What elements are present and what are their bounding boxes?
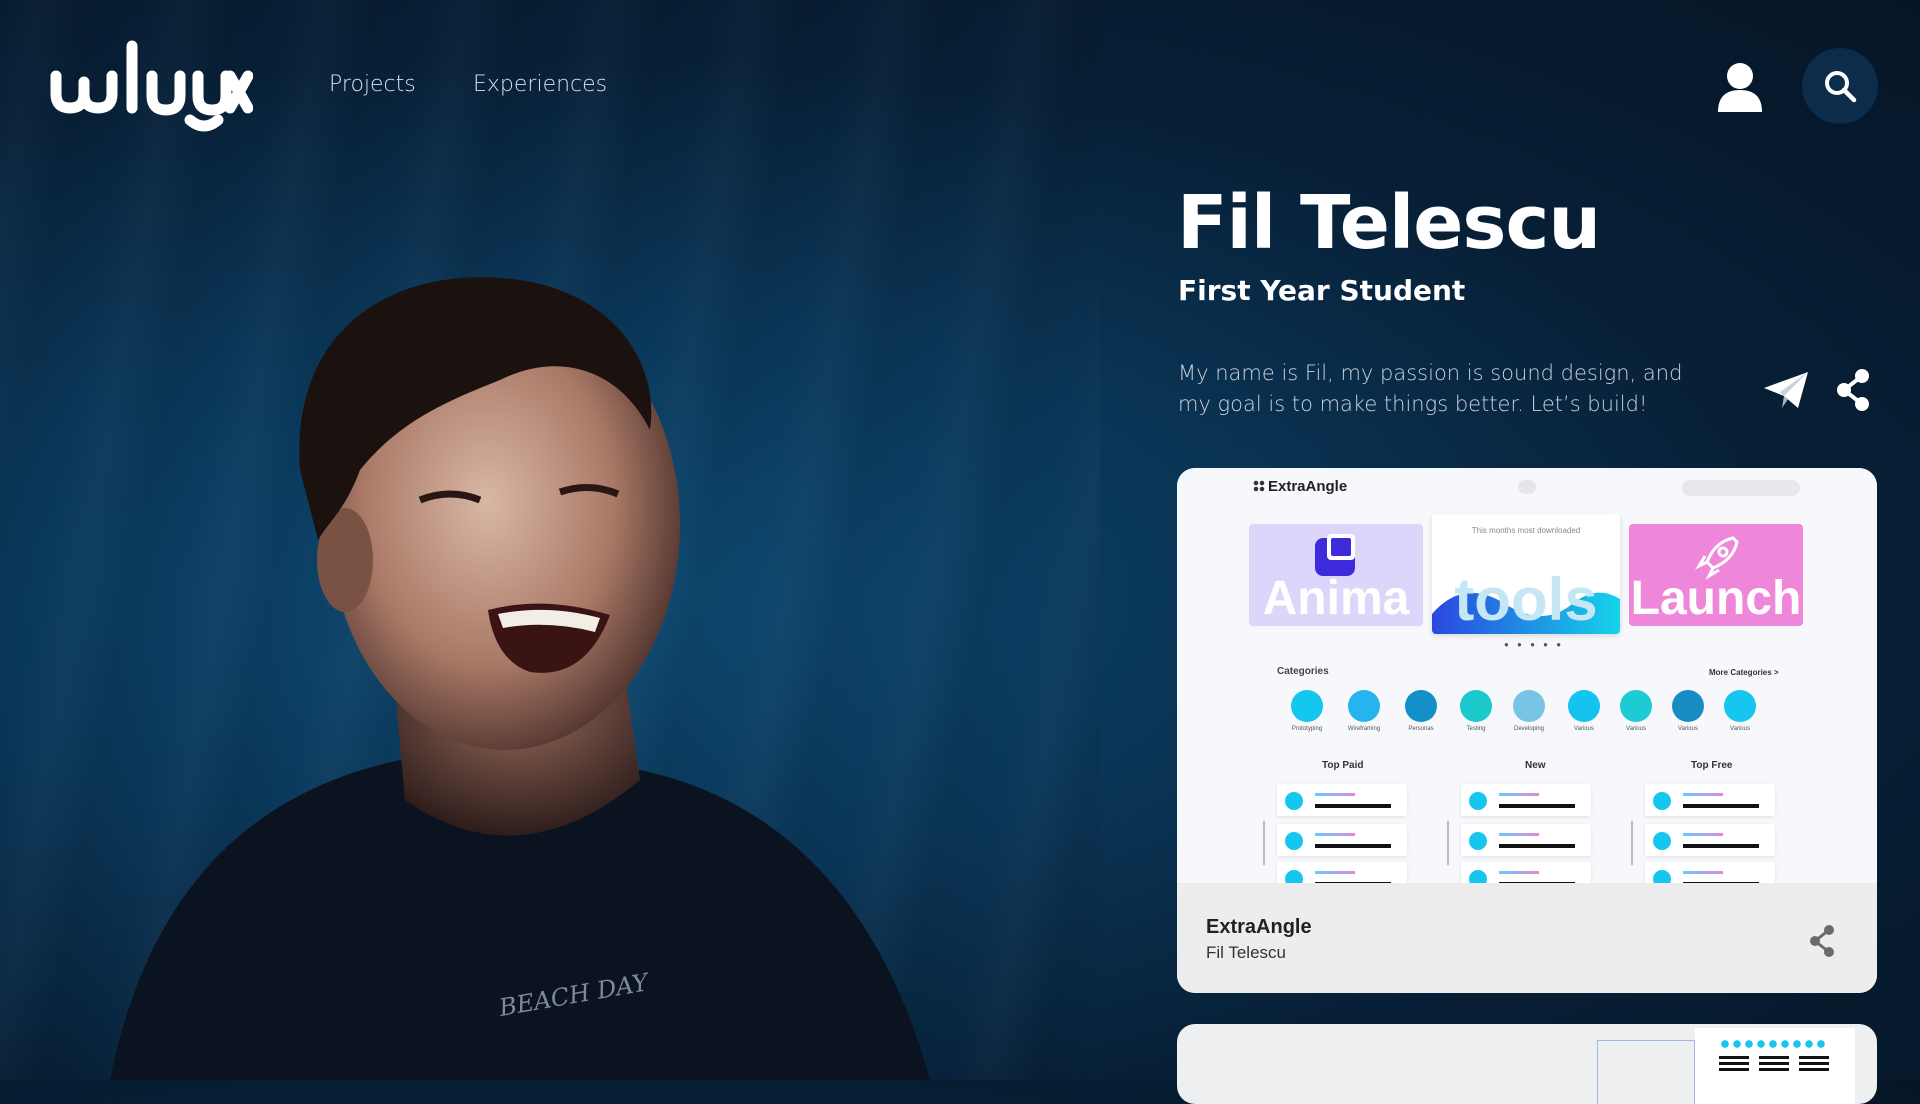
preview-more-categories: More Categories > [1709,668,1779,677]
preview-list-lines [1759,1056,1789,1059]
project-card-title[interactable]: ExtraAngle [1206,916,1312,939]
profile-name: Fil Telescu [1177,180,1601,266]
preview-list-row [1461,862,1591,883]
project-preview-image: ExtraAngle Anima This months most downlo… [1177,468,1877,883]
preview-list-row [1277,824,1407,856]
preview-column-new: New [1525,760,1546,771]
user-icon [1718,63,1762,112]
project-card-author[interactable]: Fil Telescu [1206,943,1286,963]
profile-photo-person: BEACH DAY [110,277,930,1080]
wluux-logo[interactable] [48,38,253,133]
preview-category: Prototyping [1290,690,1324,732]
preview-banner-launch: Launch [1629,524,1803,626]
share-icon [1837,369,1869,411]
preview-banner-anima: Anima [1249,524,1423,626]
preview-column-top-paid: Top Paid [1322,760,1364,771]
preview-banner-tools: This months most downloaded tools [1432,514,1620,634]
share-profile-button[interactable] [1834,368,1872,412]
preview-category: Various [1671,690,1705,732]
project-card[interactable]: ExtraAngle Anima This months most downlo… [1177,468,1877,993]
search-button[interactable] [1802,48,1878,124]
preview-column-top-free: Top Free [1691,760,1733,771]
search-icon [1825,71,1857,103]
anima-logo-icon [1315,534,1355,576]
preview-list-row [1461,784,1591,816]
project-card-2-preview [1695,1028,1855,1104]
preview-categories-title: Categories [1277,666,1329,677]
user-account-button[interactable] [1712,58,1768,114]
preview-list-row [1645,862,1775,883]
preview-category: Developing [1512,690,1546,732]
preview-list-lines [1719,1056,1749,1059]
preview-search-bar [1682,480,1800,496]
preview-list-row [1461,824,1591,856]
preview-category: Testing [1459,690,1493,732]
preview-list-lines [1799,1056,1829,1059]
project-card-2[interactable] [1177,1024,1877,1104]
preview-scrollbar [1631,821,1633,865]
profile-bio: My name is Fil, my passion is sound desi… [1178,361,1683,416]
preview-category: Personas [1404,690,1438,732]
preview-list-row [1645,784,1775,816]
preview-category-dots [1719,1040,1829,1048]
preview-category: Various [1723,690,1757,732]
preview-list-row [1277,784,1407,816]
preview-scrollbar [1447,821,1449,865]
project-card-2-frame [1597,1040,1695,1104]
carousel-dots: ● ● ● ● ● [1504,640,1565,649]
rocket-icon [1695,536,1739,580]
nav-experiences-link[interactable]: Experiences [473,72,607,97]
preview-category: Wireframing [1347,690,1381,732]
preview-menu-pill [1518,480,1536,494]
nav-projects-link[interactable]: Projects [329,72,416,97]
share-icon [1810,925,1834,957]
preview-app-logo: ExtraAngle [1253,478,1347,495]
preview-scrollbar [1263,821,1265,865]
hero-photo: BEACH DAY [0,0,1100,1080]
paper-plane-icon [1764,372,1808,408]
preview-category: Various [1567,690,1601,732]
profile-role: First Year Student [1178,274,1466,307]
send-message-button[interactable] [1762,368,1810,412]
project-share-button[interactable] [1807,924,1837,958]
preview-list-row [1277,862,1407,883]
preview-category: Various [1619,690,1653,732]
preview-list-row [1645,824,1775,856]
